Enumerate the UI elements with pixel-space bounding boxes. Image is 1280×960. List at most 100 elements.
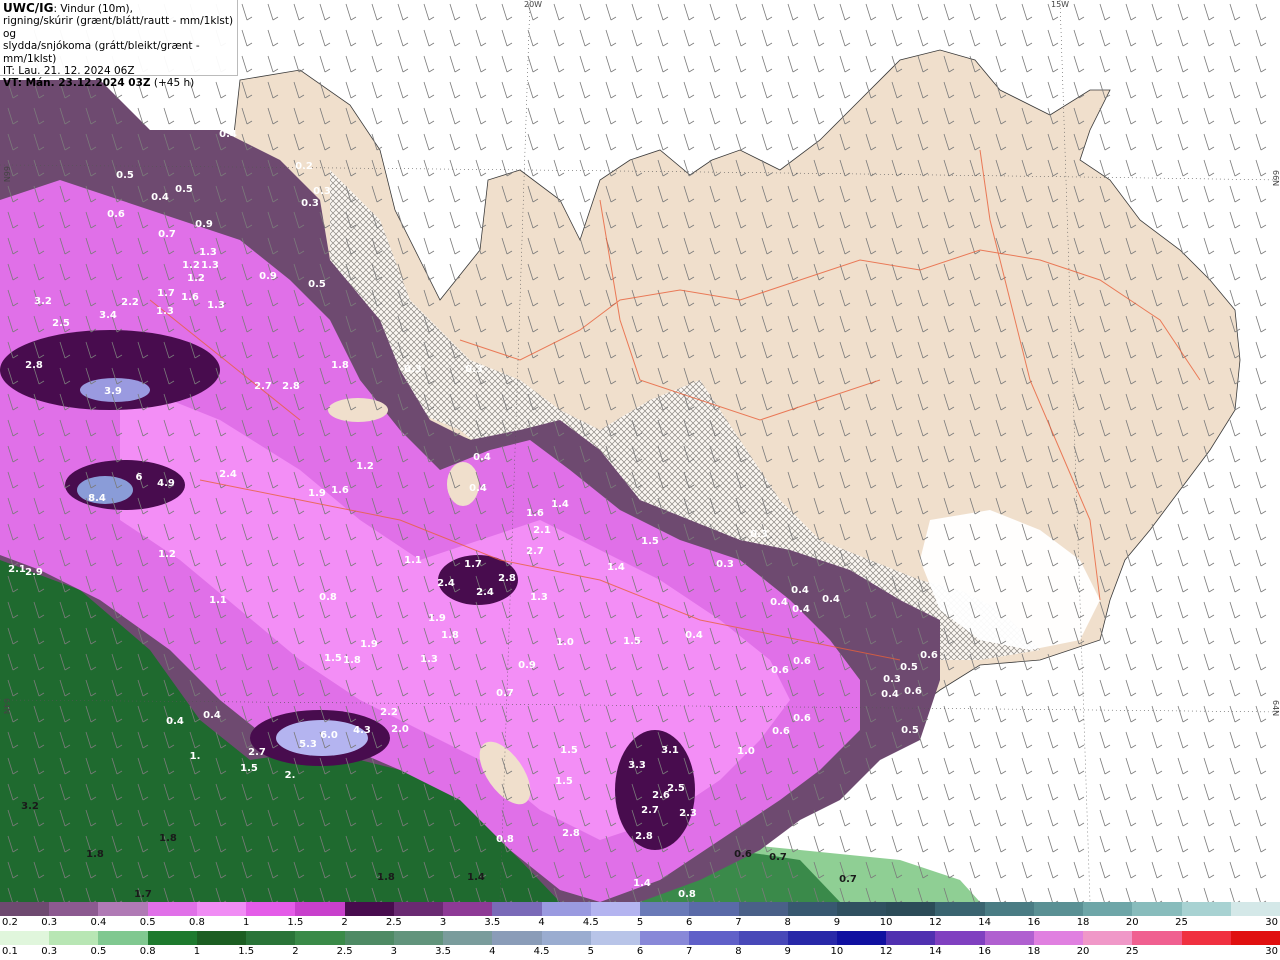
legend-tick-label: 10: [879, 917, 893, 928]
precip-value-label: 0.5: [900, 662, 918, 673]
info-line-rain: rigning/skúrir (grænt/blátt/rautt - mm/1…: [3, 15, 234, 40]
legend-tick-label: 3.5: [435, 946, 452, 957]
precip-value-label: 2.4: [476, 587, 494, 598]
legend-swatch: [935, 931, 985, 945]
legend-swatch: [935, 902, 985, 916]
grid-label-66n-left: 66N: [2, 166, 11, 182]
precip-value-label: 2.2: [121, 297, 139, 308]
legend-swatch: [344, 902, 394, 916]
legend-swatch: [590, 902, 641, 916]
precip-value-label: 0.8: [678, 889, 696, 900]
legend-swatch: [886, 902, 936, 916]
precip-value-label: 0.4: [685, 630, 703, 641]
precip-value-label: 2.8: [498, 573, 516, 584]
legend-swatch: [246, 931, 296, 945]
precip-value-label: 0.7: [496, 688, 514, 699]
precip-value-label: 6: [136, 472, 143, 483]
precip-value-label: 1.9: [360, 639, 378, 650]
legend-tick-label: 20: [1076, 946, 1090, 957]
precip-value-label: 2.9: [25, 567, 43, 578]
precip-value-label: 0.4: [469, 483, 487, 494]
legend-tick-label: 5: [636, 917, 644, 928]
legend-tick-label: 4: [538, 917, 545, 928]
precip-value-label: 1.8: [86, 849, 104, 860]
legend-swatch: [1181, 931, 1231, 945]
legend-tick-label: 9: [833, 917, 841, 928]
legend-swatch: [393, 931, 444, 945]
info-line-snow: slydda/snjókoma (grátt/bleikt/grænt - mm…: [3, 40, 200, 65]
precip-value-label: 2.4: [437, 578, 455, 589]
precip-value-label: 1.6: [331, 485, 349, 496]
precip-value-label: 0.6: [793, 713, 811, 724]
precip-value-label: 1.1: [404, 555, 422, 566]
precip-value-label: 1.3: [530, 592, 548, 603]
legend-swatch: [689, 931, 739, 945]
precip-value-label: 0.3: [301, 198, 319, 209]
legend-swatch: [295, 902, 345, 916]
legend-tick-label: 9: [784, 946, 791, 957]
precip-value-label: 0.9: [259, 271, 277, 282]
precip-value-label: 1.6: [181, 292, 199, 303]
precip-value-label: 1.: [190, 751, 201, 762]
precip-value-label: 1.8: [441, 630, 459, 641]
legend-swatch: [246, 902, 296, 916]
legend-swatch: [1033, 931, 1084, 945]
grid-label-66n-right: 66N: [1271, 170, 1280, 186]
legend-tick-label: 10: [830, 946, 844, 957]
precip-value-label: 0.6: [771, 665, 789, 676]
precip-value-label: 1.9: [308, 488, 326, 499]
precip-value-label: 1.8: [331, 360, 349, 371]
legend-tick-label: 4.5: [533, 946, 550, 957]
legend-swatch: [443, 931, 493, 945]
precip-value-label: 0.6: [920, 650, 938, 661]
precipitation-map[interactable]: 20W 15W 66N 66N 64N 64N 0.40.20.30.30.50…: [0, 0, 1280, 902]
legend-tick-label: 3: [439, 917, 447, 928]
legend-swatch: [1083, 931, 1133, 945]
precip-value-label: 2.8: [25, 360, 43, 371]
legend-snow-ticks: 0.2 0.3 0.4 0.5 0.8 1 1.5 2 2.5 3 3.5 4 4.5 5 6 7 8 9 10 12…: [0, 917, 1280, 930]
precip-value-label: 0.4: [791, 585, 809, 596]
legend-swatch: [984, 902, 1034, 916]
legend-swatch: [1132, 931, 1182, 945]
precip-value-label: 8.4: [88, 493, 106, 504]
precip-value-label: 2.8: [562, 828, 580, 839]
legend-tick-label: 5: [587, 946, 594, 957]
precip-value-label: 1.3: [199, 247, 217, 258]
legend-tick-label: 2.5: [336, 946, 353, 957]
legend-tick-label: 2: [341, 917, 348, 928]
legend-swatch: [147, 902, 197, 916]
precip-value-label: 0.4: [219, 129, 237, 140]
precip-value-label: 3.2: [34, 296, 52, 307]
model-title: UWC/IG: [3, 1, 54, 15]
precip-value-label: 3.3: [628, 760, 646, 771]
legend-tick-label: 7: [686, 946, 693, 957]
precip-value-label: 0.4: [203, 710, 221, 721]
precip-value-label: 6.0: [320, 730, 338, 741]
precip-value-label: 1.8: [159, 833, 177, 844]
info-line-lead: (+45 h): [150, 77, 195, 90]
legend-swatch: [787, 902, 837, 916]
legend-swatch: [1033, 902, 1084, 916]
legend-swatch: [738, 902, 788, 916]
legend-swatch: [984, 931, 1034, 945]
precip-value-label: 1.7: [157, 288, 175, 299]
precip-value-label: 4.9: [157, 478, 175, 489]
precip-value-label: 1.3: [420, 654, 438, 665]
legend-swatch: [1132, 902, 1182, 916]
legend-tick-label: 0.3: [41, 917, 58, 928]
precip-value-label: 2.7: [254, 381, 272, 392]
legend-tick-label: 4.5: [582, 917, 599, 928]
legend-snow-swatches: [0, 902, 1280, 916]
info-box: UWC/IG: Vindur (10m), rigning/skúrir (gr…: [0, 0, 238, 89]
precip-value-label: 0.6: [107, 209, 125, 220]
legend-swatch: [49, 902, 99, 916]
legend-tick-label: 18: [1076, 917, 1090, 928]
precip-value-label: 1.6: [526, 508, 544, 519]
legend-tick-label: 3: [390, 946, 398, 957]
precip-value-label: 2.4: [219, 469, 237, 480]
precip-value-label: 1.2: [158, 549, 176, 560]
precip-value-label: 2.5: [52, 318, 70, 329]
precip-value-label: 2.3: [679, 808, 697, 819]
precip-value-label: 1.5: [641, 536, 659, 547]
legend-tick-label: 3.5: [484, 917, 501, 928]
